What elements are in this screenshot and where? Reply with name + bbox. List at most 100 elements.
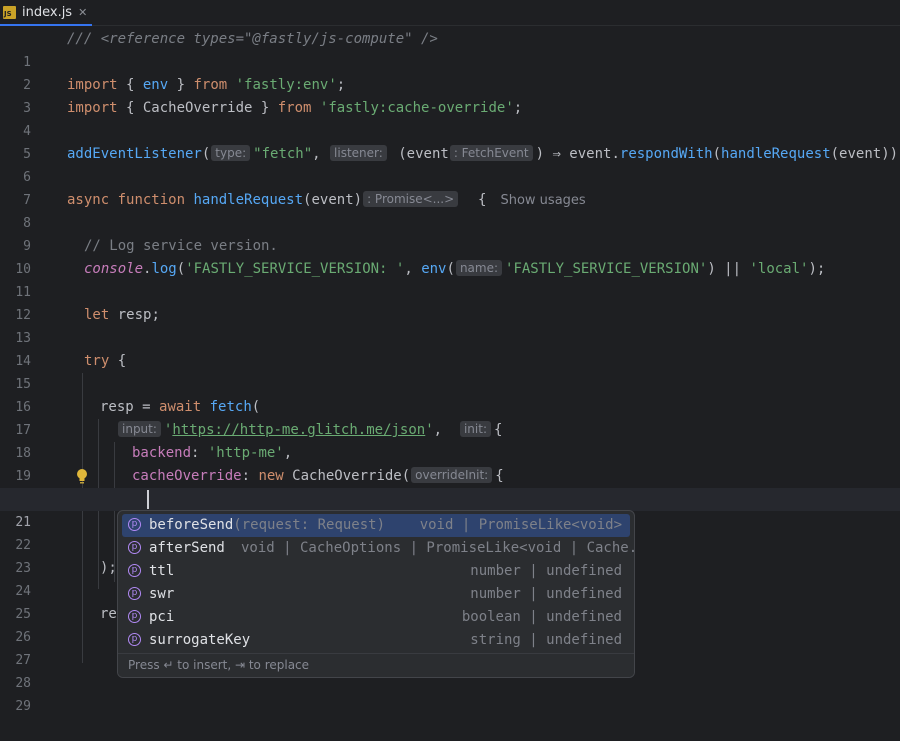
completion-item-aftersend[interactable]: p afterSend void | CacheOptions | Promis…	[122, 537, 634, 560]
code-token: from	[193, 77, 228, 93]
completion-type: void | CacheOptions | PromiseLike<void |…	[241, 540, 635, 556]
code-line: 11 console.log('FASTLY_SERVICE_VERSION: …	[0, 258, 900, 300]
code-line: 6 addEventListener(type: "fetch", listene…	[0, 143, 900, 185]
code-token: ,	[433, 422, 459, 438]
code-token: "fetch"	[253, 146, 313, 162]
parameter-hint: init:	[459, 421, 491, 437]
code-token: CacheOverride(	[283, 468, 411, 484]
code-token: ;	[513, 100, 523, 116]
code-token: new	[258, 468, 284, 484]
code-line: 20 cacheOverride: new CacheOverride(over…	[0, 465, 900, 507]
code-text: cacheOverride: new CacheOverride(overrid…	[132, 465, 504, 488]
code-token: console	[84, 261, 144, 277]
parameter-hint: input:	[118, 421, 161, 437]
code-text: input:'https://http-me.glitch.me/json', …	[117, 419, 502, 442]
javascript-file-icon: JS	[3, 5, 16, 19]
code-token: function	[117, 192, 186, 208]
code-line: 4 import { CacheOverride } from 'fastly:…	[0, 97, 900, 139]
code-token: (event)));	[830, 146, 900, 162]
code-text: console.log('FASTLY_SERVICE_VERSION: ', …	[84, 258, 825, 281]
code-line: 5	[0, 120, 900, 162]
code-token: await	[159, 399, 202, 415]
property-icon: p	[128, 633, 141, 646]
code-line: 13 let resp;	[0, 304, 900, 346]
code-text: import { CacheOverride } from 'fastly:ca…	[67, 97, 522, 120]
code-token: respondWith	[619, 146, 713, 162]
parameter-hint: listener:	[330, 145, 387, 161]
completion-signature: (request: Request)	[233, 517, 386, 533]
code-line: 3 import { env } from 'fastly:env';	[0, 74, 900, 116]
completion-name: pci	[149, 609, 175, 625]
code-line: 18 input:'https://http-me.glitch.me/json…	[0, 419, 900, 461]
code-text: backend: 'http-me',	[132, 442, 292, 465]
code-token: );	[808, 261, 826, 277]
code-token: 'FASTLY_SERVICE_VERSION: '	[185, 261, 405, 277]
code-text: try {	[84, 350, 126, 373]
code-token: import	[67, 77, 118, 93]
line-number: 29	[15, 699, 31, 714]
code-line: 10 // Log service version.	[0, 235, 900, 277]
completion-type: boolean | undefined	[461, 609, 622, 625]
code-token: (event	[389, 146, 449, 162]
code-text: re	[100, 606, 117, 622]
code-line: 9	[0, 212, 900, 254]
code-line: 12	[0, 281, 900, 323]
completion-item-swr[interactable]: p swr number | undefined	[122, 583, 630, 606]
parameter-hint: name:	[455, 260, 503, 276]
code-text: let resp;	[84, 304, 160, 327]
property-icon: p	[128, 610, 141, 623]
completion-item-beforesend[interactable]: p beforeSend(request: Request) void | Pr…	[122, 514, 630, 537]
code-line: 17 resp = await fetch(	[0, 396, 900, 438]
url-link[interactable]: https://http-me.glitch.me/json	[172, 422, 425, 438]
lightbulb-icon[interactable]	[73, 467, 91, 486]
code-token: ,	[404, 261, 422, 277]
completion-name: surrogateKey	[149, 632, 251, 648]
code-token: resp;	[109, 307, 160, 323]
code-line: 1 /// <reference types="@fastly/js-compu…	[0, 28, 900, 70]
completion-item-surrogatekey[interactable]: p surrogateKey string | undefined	[122, 629, 630, 652]
code-text: async function handleRequest(event): Pro…	[67, 189, 586, 212]
code-token: :	[191, 445, 208, 461]
code-token: (event)	[303, 192, 363, 208]
show-usages-link[interactable]: Show usages	[500, 193, 585, 208]
completion-type: number | undefined	[470, 563, 622, 579]
completion-name: afterSend	[149, 540, 225, 556]
code-token: handleRequest	[193, 192, 304, 208]
code-line: 14	[0, 327, 900, 369]
code-token: (	[201, 146, 211, 162]
code-token: 'http-me'	[207, 445, 284, 461]
code-token: {	[109, 353, 127, 369]
code-token: env	[142, 77, 169, 93]
completion-item-pci[interactable]: p pci boolean | undefined	[122, 606, 630, 629]
code-text: import { env } from 'fastly:env';	[67, 74, 345, 97]
code-token: 'fastly:cache-override'	[319, 100, 514, 116]
code-token: }	[168, 77, 194, 93]
return-type-hint[interactable]: : Promise<...>	[363, 191, 459, 207]
code-line: 19 backend: 'http-me',	[0, 442, 900, 484]
close-icon[interactable]: ✕	[78, 6, 87, 19]
completion-popup[interactable]: p beforeSend(request: Request) void | Pr…	[117, 510, 635, 678]
code-token: 'fastly:env'	[235, 77, 337, 93]
code-token: fetch	[209, 399, 252, 415]
code-token: from	[277, 100, 312, 116]
code-token: (	[446, 261, 455, 277]
code-text: resp = await fetch(	[100, 396, 260, 419]
code-token: env	[421, 261, 447, 277]
tab-index-js[interactable]: JS index.js ✕	[0, 0, 92, 26]
code-token: { CacheOverride }	[117, 100, 278, 116]
code-token: ,	[312, 146, 330, 162]
code-token: handleRequest	[721, 146, 831, 162]
code-token: '	[425, 422, 434, 438]
code-token: ,	[283, 445, 293, 461]
parameter-hint: overrideInit:	[411, 467, 493, 483]
code-token: {	[461, 192, 487, 208]
code-line: 8 async function handleRequest(event): P…	[0, 189, 900, 231]
current-line[interactable]: 21	[0, 488, 900, 530]
code-token: ;	[336, 77, 346, 93]
property-icon: p	[128, 518, 141, 531]
type-hint: : FetchEvent	[449, 145, 533, 161]
code-line: 7	[0, 166, 900, 208]
completion-item-ttl[interactable]: p ttl number | undefined	[122, 560, 630, 583]
code-token: try	[84, 353, 110, 369]
